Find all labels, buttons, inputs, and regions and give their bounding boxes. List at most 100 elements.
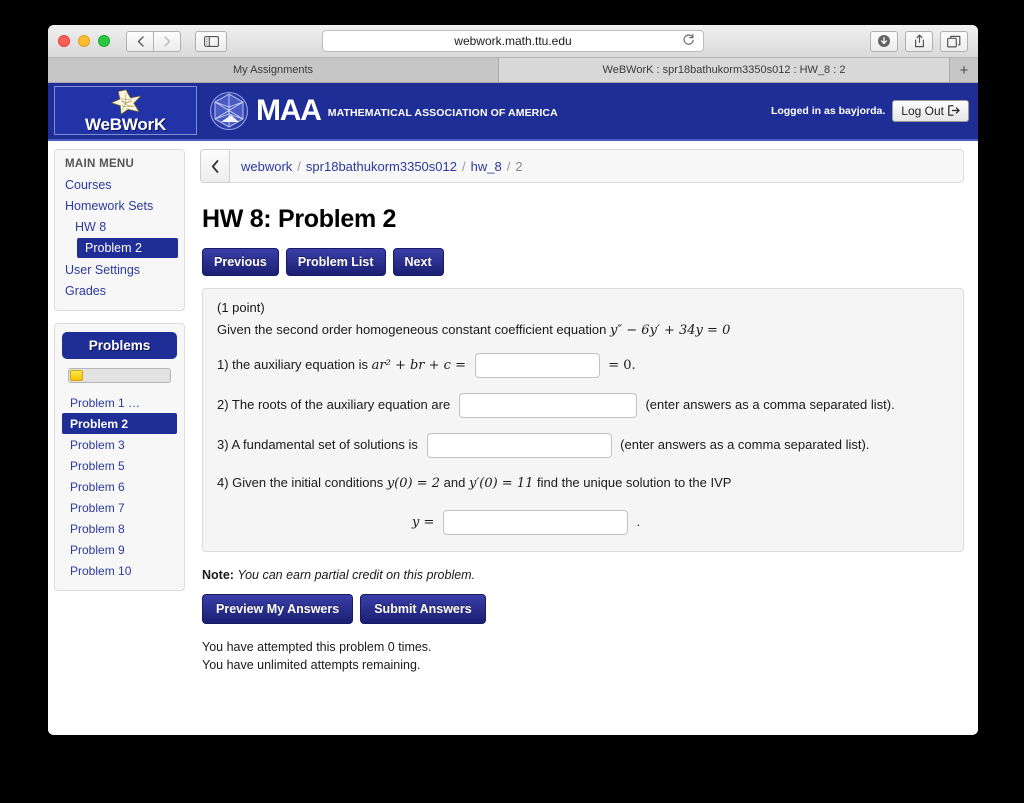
- forward-button[interactable]: [153, 30, 181, 52]
- problem-link-8[interactable]: Problem 8: [62, 518, 177, 539]
- browser-toolbar: webwork.math.ttu.edu: [48, 25, 978, 58]
- breadcrumb-separator: /: [506, 158, 511, 174]
- log-out-button[interactable]: Log Out: [892, 99, 969, 122]
- toolbar-right-buttons: [870, 30, 968, 52]
- preview-my-answers-button[interactable]: Preview My Answers: [202, 594, 354, 625]
- breadcrumb-course[interactable]: spr18bathukorm3350s012: [306, 159, 457, 174]
- answer-input-1[interactable]: [474, 353, 600, 378]
- problem-link-9[interactable]: Problem 9: [62, 539, 177, 560]
- question-4-condition-2: y′(0) = 11: [468, 476, 534, 491]
- problem-link-10[interactable]: Problem 10: [62, 560, 177, 581]
- maa-logo-block: MAA MATHEMATICAL ASSOCIATION OF AMERICA: [209, 83, 558, 138]
- page-back-button[interactable]: [200, 149, 230, 183]
- question-1: 1) the auxiliary equation is ar² + br + …: [217, 353, 949, 378]
- maa-polyhedron-icon: [209, 91, 249, 130]
- question-1-math: ar² + br + c =: [371, 357, 466, 373]
- minimize-window-button[interactable]: [78, 35, 90, 47]
- attempts-line-2: You have unlimited attempts remaining.: [202, 658, 421, 673]
- url-text: webwork.math.ttu.edu: [454, 34, 572, 48]
- attempts-info: You have attempted this problem 0 times.…: [202, 638, 964, 674]
- problem-statement-box: (1 point) Given the second order homogen…: [202, 288, 964, 553]
- site-masthead: WeBWorK MAA MATHEMATICAL ASSOCIATION OF …: [48, 83, 978, 138]
- next-button[interactable]: Next: [392, 248, 444, 276]
- body-area: MAIN MENU Courses Homework Sets HW 8 Pro…: [48, 141, 978, 734]
- url-bar[interactable]: webwork.math.ttu.edu: [322, 30, 704, 52]
- problem-intro-text: Given the second order homogeneous const…: [217, 322, 607, 337]
- webwork-logo[interactable]: WeBWorK: [54, 86, 197, 135]
- sidebar-toggle-button[interactable]: [195, 30, 227, 52]
- problem-link-3[interactable]: Problem 3: [62, 434, 177, 455]
- logged-in-text: Logged in as bayjorda.: [770, 104, 886, 117]
- question-4: 4) Given the initial conditions y(0) = 2…: [217, 473, 949, 494]
- sidebar-item-courses[interactable]: Courses: [55, 174, 184, 195]
- main-menu-panel: MAIN MENU Courses Homework Sets HW 8 Pro…: [54, 149, 185, 311]
- question-4-period: .: [636, 514, 641, 530]
- problem-link-1[interactable]: Problem 1 …: [62, 392, 177, 413]
- question-1-prefix: 1) the auxiliary equation is: [217, 356, 369, 372]
- question-4-suffix: find the unique solution to the IVP: [537, 475, 732, 490]
- sidebar-item-problem-2[interactable]: Problem 2: [77, 238, 178, 258]
- progress-bar-fill: [70, 370, 83, 381]
- question-4-prefix: 4) Given the initial conditions: [217, 475, 384, 490]
- problem-list-button[interactable]: Problem List: [285, 248, 386, 276]
- problem-equation: y″ − 6y′ + 34y = 0: [609, 323, 731, 338]
- new-tab-button[interactable]: +: [950, 58, 978, 82]
- back-button[interactable]: [126, 30, 154, 52]
- answer-input-4[interactable]: [443, 510, 628, 536]
- breadcrumb-set[interactable]: hw_8: [471, 159, 502, 174]
- tab-label: My Assignments: [232, 64, 314, 76]
- y-equals-label: y =: [412, 515, 435, 531]
- download-circle-icon[interactable]: [870, 30, 898, 52]
- webwork-wordmark: WeBWorK: [84, 115, 167, 134]
- reload-icon[interactable]: [682, 33, 695, 49]
- question-1-suffix: = 0.: [608, 357, 636, 373]
- problems-panel-header: Problems: [62, 332, 177, 359]
- answer-input-3[interactable]: [426, 433, 612, 458]
- close-window-button[interactable]: [58, 35, 70, 47]
- main-column: webwork / spr18bathukorm3350s012 / hw_8 …: [191, 141, 978, 734]
- sidebar-item-homework-sets[interactable]: Homework Sets: [55, 195, 184, 216]
- problem-link-7[interactable]: Problem 7: [62, 497, 177, 518]
- problem-link-2[interactable]: Problem 2: [62, 413, 177, 434]
- logout-arrow-icon: [948, 105, 960, 116]
- previous-button[interactable]: Previous: [202, 248, 279, 276]
- maa-subtitle: MATHEMATICAL ASSOCIATION OF AMERICA: [327, 106, 558, 119]
- note-label: Note:: [202, 568, 234, 583]
- tab-label: WeBWorK : spr18bathukorm3350s012 : HW_8 …: [602, 64, 846, 76]
- breadcrumb-problem: 2: [515, 158, 523, 174]
- answer-input-2[interactable]: [458, 393, 637, 418]
- breadcrumb-separator: /: [461, 158, 466, 174]
- question-4-condition-1: y(0) = 2: [386, 476, 441, 491]
- problem-points: (1 point): [217, 300, 265, 315]
- plus-icon: +: [959, 61, 969, 79]
- sidebar-item-user-settings[interactable]: User Settings: [55, 259, 184, 280]
- page-content: WeBWorK MAA MATHEMATICAL ASSOCIATION OF …: [48, 83, 978, 734]
- log-out-label: Log Out: [901, 103, 944, 118]
- share-upload-icon[interactable]: [905, 30, 933, 52]
- partial-credit-note: Note: You can earn partial credit on thi…: [202, 568, 964, 582]
- show-tabs-icon[interactable]: [940, 30, 968, 52]
- window-controls: [58, 35, 110, 47]
- main-menu-title: MAIN MENU: [65, 158, 135, 170]
- sidebar-item-grades[interactable]: Grades: [55, 280, 184, 301]
- submit-buttons-row: Preview My Answers Submit Answers: [202, 594, 964, 625]
- problems-panel: Problems Problem 1 … Problem 2 Problem 3…: [54, 323, 185, 591]
- question-3-suffix: (enter answers as a comma separated list…: [620, 436, 870, 452]
- webwork-star-icon: [110, 89, 141, 115]
- question-2-suffix: (enter answers as a comma separated list…: [645, 396, 895, 412]
- problem-link-6[interactable]: Problem 6: [62, 476, 177, 497]
- progress-bar: [68, 368, 171, 383]
- browser-window: webwork.math.ttu.edu My Assignments WeBW…: [48, 25, 978, 735]
- sidebar-item-hw-8[interactable]: HW 8: [55, 216, 184, 237]
- navigation-buttons: [126, 30, 181, 52]
- attempts-line-1: You have attempted this problem 0 times.: [202, 640, 432, 655]
- breadcrumb-row: webwork / spr18bathukorm3350s012 / hw_8 …: [200, 149, 964, 183]
- breadcrumb-webwork[interactable]: webwork: [241, 159, 292, 174]
- maximize-window-button[interactable]: [98, 35, 110, 47]
- tab-webwork-problem[interactable]: WeBWorK : spr18bathukorm3350s012 : HW_8 …: [499, 58, 950, 82]
- submit-answers-button[interactable]: Submit Answers: [360, 594, 486, 625]
- tab-my-assignments[interactable]: My Assignments: [48, 58, 499, 82]
- question-2: 2) The roots of the auxiliary equation a…: [217, 393, 949, 418]
- page-title: HW 8: Problem 2: [202, 205, 397, 233]
- problem-link-5[interactable]: Problem 5: [62, 455, 177, 476]
